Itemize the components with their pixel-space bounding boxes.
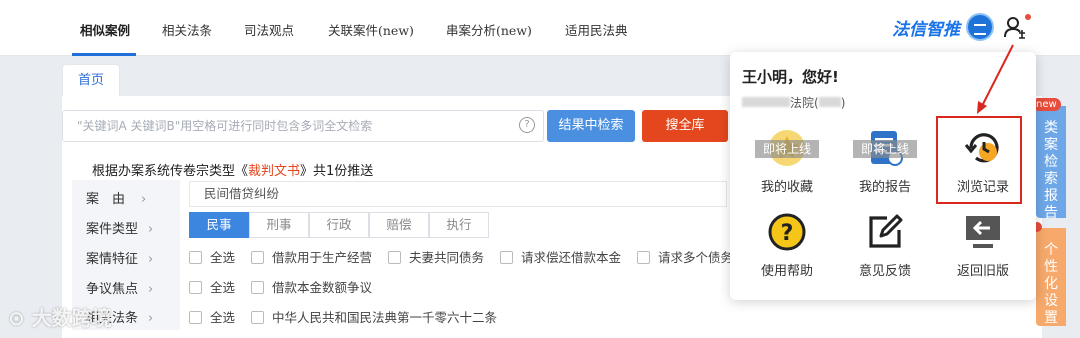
- my-favorites-item[interactable]: 即将上线 我的收藏: [742, 128, 832, 195]
- help-icon[interactable]: ?: [519, 117, 535, 133]
- tab-related-laws[interactable]: 相关法条: [162, 20, 212, 39]
- new-badge: new: [1032, 98, 1061, 111]
- laws-checkbox-row: 全选 中华人民共和国民法典第一千零六十二条: [189, 307, 509, 327]
- svg-text:?: ?: [781, 221, 794, 246]
- checkbox-label: 全选: [210, 310, 236, 325]
- user-court: 法院(): [742, 94, 845, 111]
- chevron-right-icon: ›: [148, 282, 154, 297]
- filter-label-text: 案情特征: [86, 252, 139, 267]
- filter-label-text: 案件类型: [86, 222, 139, 237]
- feature-checkbox[interactable]: 借款用于生产经营: [251, 247, 372, 266]
- case-report-side-tab[interactable]: 类案检索报告: [1036, 106, 1066, 221]
- checkbox-label: 请求偿还借款本金: [521, 250, 622, 265]
- report-icon: 即将上线: [853, 128, 917, 168]
- watermark: ⊙ 大数跨境: [8, 306, 112, 330]
- coming-soon-badge: 即将上线: [755, 140, 819, 158]
- help-item[interactable]: ? 使用帮助: [742, 212, 832, 279]
- chevron-right-icon: ›: [141, 192, 147, 207]
- personal-settings-side-tab[interactable]: 个性化设置: [1036, 228, 1066, 326]
- law-checkbox[interactable]: 中华人民共和国民法典第一千零六十二条: [251, 307, 497, 326]
- push-info: 根据办案系统传卷宗类型《裁判文书》共1份推送: [92, 160, 373, 179]
- redacted-text: [818, 97, 841, 107]
- tab-case-analysis[interactable]: 串案分析(new): [446, 20, 532, 39]
- item-label: 我的收藏: [760, 180, 813, 195]
- side-tab-label: 类案检索报告: [1044, 120, 1058, 221]
- brand-logo-icon: [966, 13, 994, 41]
- notification-dot: [1025, 14, 1031, 20]
- redacted-text: [742, 97, 790, 107]
- push-suffix: 》共1份推送: [300, 164, 374, 179]
- edit-icon: [865, 212, 905, 252]
- case-type-compensation[interactable]: 赔偿: [369, 212, 429, 238]
- tab-civil-code[interactable]: 适用民法典: [565, 20, 628, 39]
- highlight-box: [936, 116, 1022, 204]
- case-reason-value: 民间借贷纠纷: [189, 181, 727, 207]
- chevron-right-icon: ›: [148, 252, 154, 267]
- push-prefix: 根据办案系统传卷宗类型《: [92, 164, 249, 179]
- tab-home[interactable]: 首页: [62, 64, 120, 96]
- court-text: 法院(: [790, 96, 819, 110]
- feature-checkbox[interactable]: 请求偿还借款本金: [500, 247, 621, 266]
- my-reports-item[interactable]: 即将上线 我的报告: [840, 128, 930, 195]
- chevron-right-icon: ›: [148, 222, 154, 237]
- active-tab-indicator: [72, 53, 136, 56]
- top-nav: 相似案例 相关法条 司法观点 关联案件(new) 串案分析(new) 适用民法典…: [0, 0, 1080, 56]
- item-label: 意见反馈: [858, 264, 911, 279]
- case-type-admin[interactable]: 行政: [309, 212, 369, 238]
- help-icon: ?: [767, 212, 807, 252]
- dispute-checkbox[interactable]: 全选: [189, 277, 235, 296]
- brand-name: 法信智推: [892, 20, 960, 40]
- user-greeting: 王小明，您好!: [742, 68, 839, 86]
- filter-label-disputes[interactable]: 争议焦点 ›: [86, 278, 153, 297]
- checkbox-label: 夫妻共同债务: [409, 250, 485, 265]
- search-in-results-button[interactable]: 结果中检索: [547, 110, 635, 142]
- item-label: 返回旧版: [956, 264, 1009, 279]
- checkbox-label: 全选: [210, 250, 236, 265]
- tab-judicial-views[interactable]: 司法观点: [244, 20, 294, 39]
- return-old-version-item[interactable]: 返回旧版: [938, 212, 1028, 279]
- case-type-civil[interactable]: 民事: [189, 212, 249, 238]
- feature-checkbox[interactable]: 夫妻共同债务: [388, 247, 484, 266]
- coming-soon-badge: 即将上线: [853, 140, 917, 158]
- chevron-right-icon: ›: [148, 311, 154, 326]
- filter-label-case-type[interactable]: 案件类型 ›: [86, 218, 153, 237]
- filter-label-reason[interactable]: 案 由 ›: [86, 188, 146, 207]
- item-label: 使用帮助: [760, 264, 813, 279]
- back-icon: [963, 212, 1003, 252]
- checkbox-label: 全选: [210, 280, 236, 295]
- case-type-criminal[interactable]: 刑事: [249, 212, 309, 238]
- court-close: ): [840, 96, 846, 110]
- filter-label-text: 争议焦点: [86, 282, 139, 297]
- checkbox-label: 借款用于生产经营: [272, 250, 373, 265]
- dispute-checkbox[interactable]: 借款本金数额争议: [251, 277, 372, 296]
- item-label: 我的报告: [858, 180, 911, 195]
- push-doc-link[interactable]: 裁判文书: [248, 164, 300, 179]
- features-checkbox-row: 全选 借款用于生产经营 夫妻共同债务 请求偿还借款本金 请求多个债务人共: [189, 247, 770, 267]
- disputes-checkbox-row: 全选 借款本金数额争议: [189, 277, 384, 297]
- law-checkbox[interactable]: 全选: [189, 307, 235, 326]
- star-icon: 即将上线: [755, 128, 819, 168]
- feature-checkbox[interactable]: 全选: [189, 247, 235, 266]
- tab-related-cases[interactable]: 关联案件(new): [328, 20, 414, 39]
- checkbox-label: 中华人民共和国民法典第一千零六十二条: [272, 310, 498, 325]
- search-input[interactable]: "关键词A 关键词B"用空格可进行同时包含多词全文检索: [62, 110, 544, 142]
- watermark-text: 大数跨境: [31, 306, 112, 330]
- case-type-execution[interactable]: 执行: [429, 212, 489, 238]
- side-tab-label: 个性化设置: [1044, 242, 1058, 326]
- checkbox-label: 借款本金数额争议: [272, 280, 373, 295]
- tab-similar-cases[interactable]: 相似案例: [80, 20, 130, 39]
- search-all-button[interactable]: 搜全库: [642, 110, 728, 142]
- feedback-item[interactable]: 意见反馈: [840, 212, 930, 279]
- filter-label-text: 案 由: [86, 192, 126, 207]
- filter-label-features[interactable]: 案情特征 ›: [86, 248, 153, 267]
